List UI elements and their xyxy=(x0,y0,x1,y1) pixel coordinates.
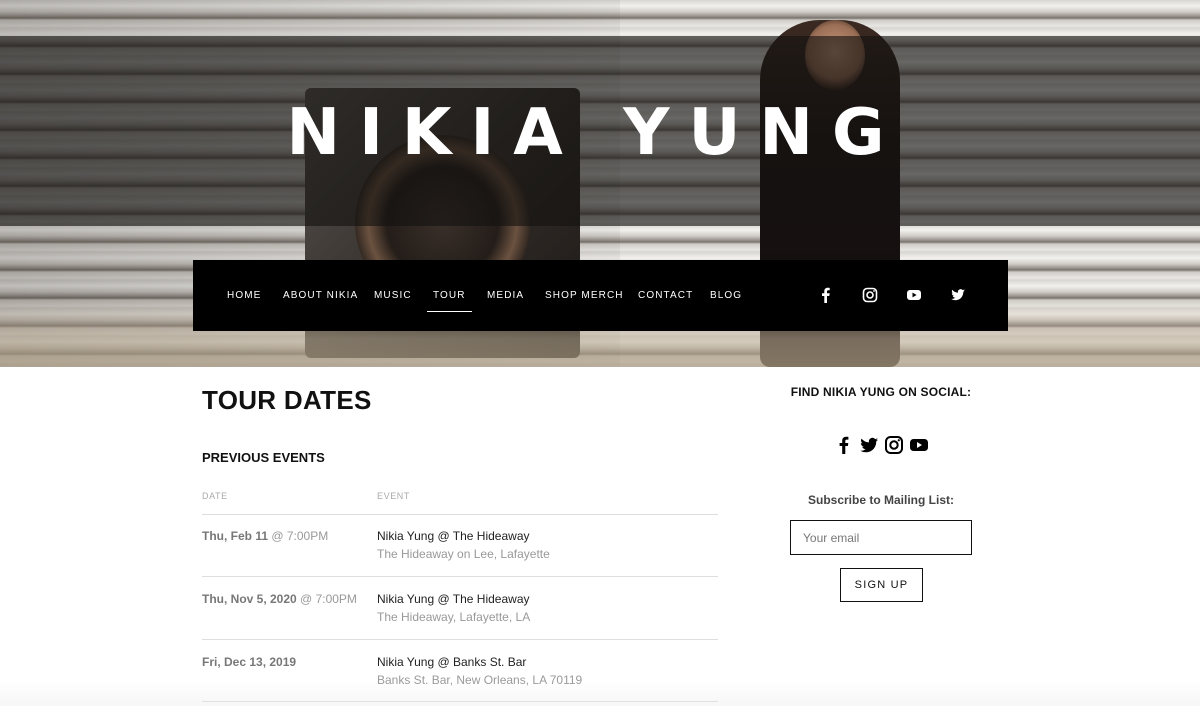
instagram-icon[interactable] xyxy=(884,435,904,455)
twitter-icon[interactable] xyxy=(950,287,966,303)
subscribe-label: Subscribe to Mailing List: xyxy=(807,493,954,507)
column-header-event: EVENT xyxy=(377,491,411,501)
section-title: PREVIOUS EVENTS xyxy=(202,450,325,465)
event-title[interactable]: Nikia Yung @ Banks St. Bar xyxy=(377,655,526,669)
social-heading: FIND NIKIA YUNG ON SOCIAL: xyxy=(790,385,972,399)
event-date-value: Thu, Feb 11 xyxy=(202,529,269,543)
event-title[interactable]: Nikia Yung @ The Hideaway xyxy=(377,592,530,606)
page-title: TOUR DATES xyxy=(202,385,372,415)
nav-media[interactable]: MEDIA xyxy=(487,290,524,301)
nav-music[interactable]: MUSIC xyxy=(374,290,412,301)
nav-contact[interactable]: CONTACT xyxy=(638,290,693,301)
sign-up-button[interactable]: SIGN UP xyxy=(840,568,923,602)
facebook-icon[interactable] xyxy=(818,287,834,303)
event-venue: The Hideaway, Lafayette, LA xyxy=(377,610,531,624)
site-title[interactable]: NIKIA YUNG xyxy=(0,96,1190,170)
nav-home[interactable]: HOME xyxy=(227,290,261,301)
email-input[interactable] xyxy=(790,520,972,555)
nav-blog[interactable]: BLOG xyxy=(710,290,742,301)
table-divider xyxy=(202,514,718,515)
event-date-value: Thu, Nov 5, 2020 xyxy=(202,592,297,606)
twitter-icon[interactable] xyxy=(859,435,879,455)
table-divider xyxy=(202,639,718,640)
event-time: @ 7:00PM xyxy=(300,592,357,606)
facebook-icon[interactable] xyxy=(834,435,854,455)
event-date: Fri, Dec 13, 2019 xyxy=(202,655,296,669)
event-date-value: Fri, Dec 13, 2019 xyxy=(202,655,297,669)
event-venue: The Hideaway on Lee, Lafayette xyxy=(377,547,550,561)
instagram-icon[interactable] xyxy=(862,287,878,303)
column-header-date: DATE xyxy=(202,491,228,501)
main-nav: HOME ABOUT NIKIA MUSIC TOUR MEDIA SHOP M… xyxy=(193,260,1008,331)
nav-about-nikia[interactable]: ABOUT NIKIA xyxy=(283,290,358,301)
event-title[interactable]: Nikia Yung @ The Hideaway xyxy=(377,529,530,543)
nav-shop-merch[interactable]: SHOP MERCH xyxy=(545,290,624,301)
youtube-icon[interactable] xyxy=(909,435,929,455)
event-date: Thu, Feb 11 @ 7:00PM xyxy=(202,529,328,543)
bottom-fade xyxy=(0,680,1200,706)
event-date: Thu, Nov 5, 2020 @ 7:00PM xyxy=(202,592,357,606)
nav-tour[interactable]: TOUR xyxy=(427,290,472,312)
table-divider xyxy=(202,576,718,577)
youtube-icon[interactable] xyxy=(906,287,922,303)
event-time: @ 7:00PM xyxy=(271,529,329,543)
sidebar-social-icons xyxy=(834,435,934,455)
